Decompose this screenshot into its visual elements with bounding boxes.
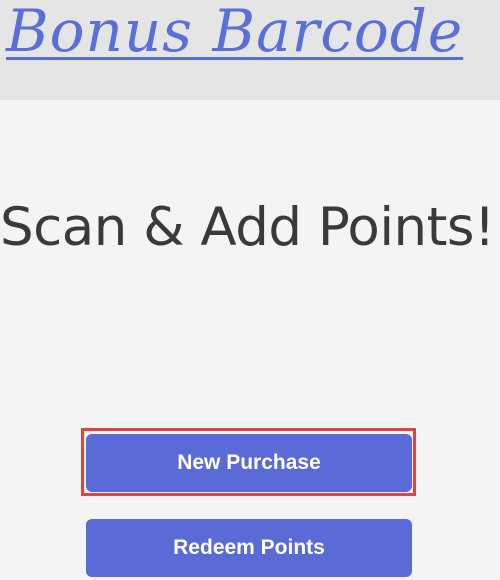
app-title[interactable]: Bonus Barcode <box>6 0 463 69</box>
app-screen: Bonus Barcode Scan & Add Points! New Pur… <box>0 0 500 580</box>
new-purchase-button[interactable]: New Purchase <box>86 434 412 492</box>
page-headline: Scan & Add Points! <box>0 197 495 258</box>
redeem-points-button[interactable]: Redeem Points <box>86 519 412 577</box>
header-bar: Bonus Barcode <box>0 0 500 100</box>
